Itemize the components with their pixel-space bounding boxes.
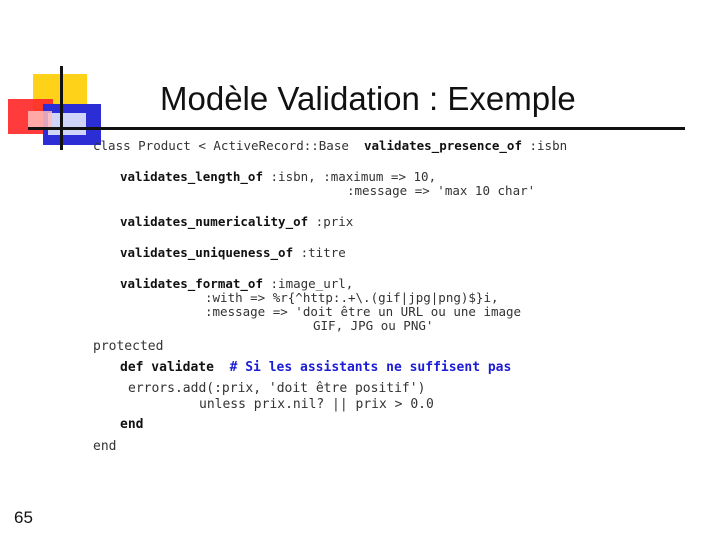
code-line-protected: protected [93,339,164,354]
code-comment: # Si les assistants ne suffisent pas [229,360,512,375]
code-line-def: def validate # Si les assistants ne suff… [120,361,511,375]
page-number: 65 [14,508,33,527]
code-line-format-message-cont: GIF, JPG ou PNG' [313,318,434,333]
code-line-format: validates_format_of :image_url, [120,277,353,291]
code-keyword-presence: validates_presence_of [363,138,522,153]
code-line-length: validates_length_of :isbn, :maximum => 1… [120,170,436,184]
code-line-format-with: :with => %r{^http:.+\.(gif|jpg|png)$}i, [205,290,499,305]
code-line-class: class Product < ActiveRecord::Base valid… [93,139,567,153]
code-keyword-def: def validate [120,360,214,375]
code-line-unless: unless prix.nil? || prix > 0.0 [199,397,434,412]
code-keyword-length: validates_length_of [120,169,263,184]
code-arg-numericality: :prix [308,214,354,229]
code-line-errors: errors.add(:prix, 'doit être positif') [128,381,426,396]
code-arg-uniqueness: :titre [293,245,346,260]
logo-vertical-rule [60,66,63,150]
code-arg-presence: :isbn [521,138,568,153]
title-underline-rule [28,127,685,130]
code-line-end-outer: end [93,439,117,454]
code-class-decl: class Product < ActiveRecord::Base [93,138,364,153]
code-line-uniqueness: validates_uniqueness_of :titre [120,246,346,260]
slide-title: Modèle Validation : Exemple [160,80,576,117]
code-arg-length: :isbn, :maximum => 10, [263,169,437,184]
code-line-numericality: validates_numericality_of :prix [120,215,353,229]
code-keyword-format: validates_format_of [120,276,263,291]
code-keyword-uniqueness: validates_uniqueness_of [120,245,294,260]
code-line-format-message: :message => 'doit être un URL ou une ima… [205,304,522,319]
logo-light-square [48,113,86,135]
code-arg-format: :image_url, [263,276,354,291]
code-line-end-inner: end [120,417,144,432]
code-keyword-numericality: validates_numericality_of [120,214,309,229]
code-line-length-message: :message => 'max 10 char' [347,183,536,198]
